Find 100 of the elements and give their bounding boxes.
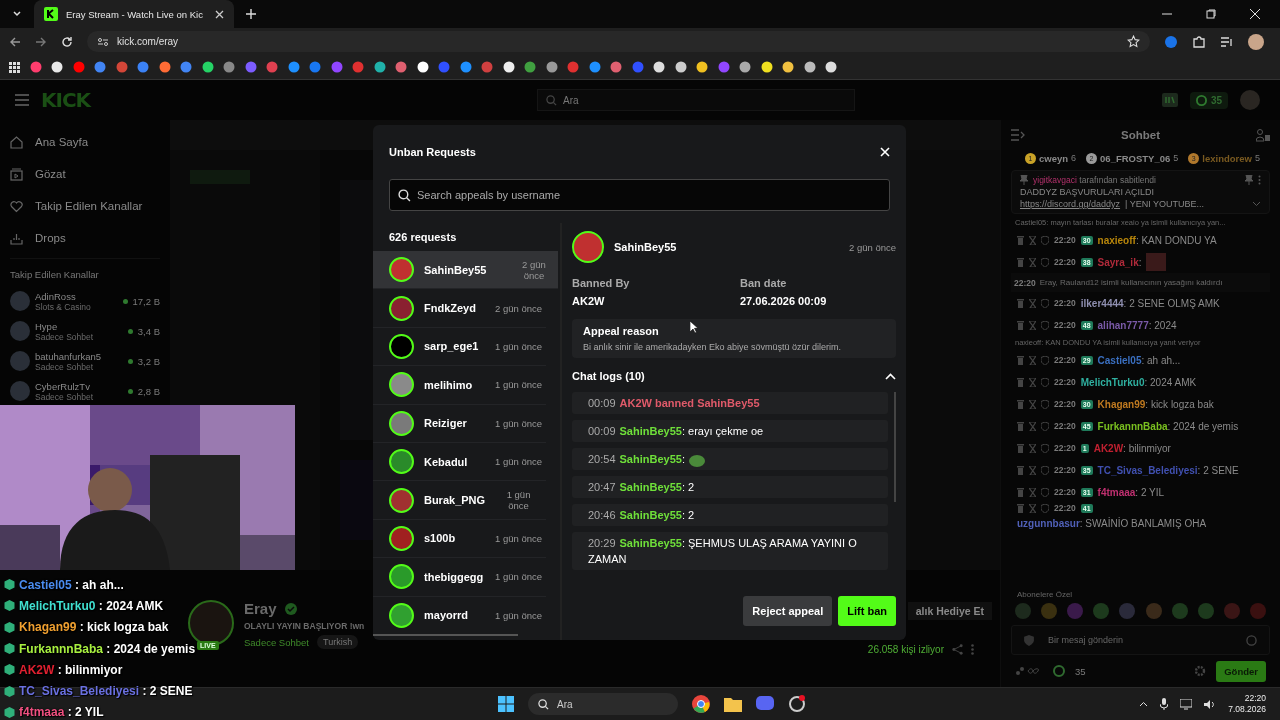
pinned-link[interactable]: https://discord.gg/daddyz (1020, 199, 1121, 209)
hourglass-icon[interactable] (1029, 465, 1036, 475)
extension-icon[interactable] (1164, 34, 1178, 49)
bookmark-icon[interactable] (674, 61, 687, 73)
pin-icon[interactable] (1245, 175, 1253, 185)
speaker-icon[interactable] (1204, 698, 1217, 710)
stream-category[interactable]: Sadece Sohbet (244, 636, 309, 648)
bookmark-icon[interactable] (696, 61, 708, 73)
bookmark-icon[interactable] (51, 61, 63, 73)
shield-icon[interactable] (1041, 465, 1049, 475)
gifter-name[interactable]: lexindorew (1202, 152, 1252, 164)
shield-icon[interactable] (1041, 355, 1049, 365)
search-field[interactable]: Ara (537, 89, 855, 111)
menu-icon[interactable] (15, 94, 29, 106)
hourglass-icon[interactable] (1029, 377, 1036, 387)
bookmark-icon[interactable] (416, 61, 429, 73)
reject-appeal-button[interactable]: Reject appeal (743, 596, 833, 626)
expand-icon[interactable] (1252, 201, 1261, 207)
trash-icon[interactable] (1017, 399, 1024, 409)
restore-icon[interactable] (1206, 9, 1216, 19)
monitor-icon[interactable] (1180, 698, 1193, 710)
shield-icon[interactable] (1041, 377, 1049, 387)
nav-item[interactable]: Drops (10, 222, 160, 254)
browser-tab[interactable]: Eray Stream - Watch Live on Kic (34, 0, 234, 28)
bookmark-icon[interactable] (201, 61, 214, 73)
hourglass-icon[interactable] (1029, 298, 1036, 308)
channel-name[interactable]: batuhanfurkan5 (35, 350, 123, 362)
library-icon[interactable] (1161, 93, 1178, 107)
channel-name[interactable]: CyberRulzTv (35, 380, 123, 392)
hourglass-icon[interactable] (1029, 320, 1036, 330)
bookmark-icon[interactable] (825, 61, 837, 73)
more-icon[interactable] (1258, 175, 1261, 185)
hourglass-icon[interactable] (1029, 257, 1036, 267)
shield-icon[interactable] (1041, 443, 1049, 453)
streamer-name[interactable]: Eray (244, 600, 277, 617)
trash-icon[interactable] (1017, 320, 1024, 330)
shield-icon[interactable] (1041, 421, 1049, 431)
chat-app-icon[interactable] (756, 696, 774, 712)
media-icon[interactable] (1220, 34, 1234, 49)
bookmark-icon[interactable] (782, 61, 794, 73)
hourglass-icon[interactable] (1029, 443, 1036, 453)
users-icon[interactable] (1256, 128, 1270, 142)
folder-icon[interactable] (724, 696, 742, 712)
bookmark-icon[interactable] (545, 61, 558, 73)
gifter-name[interactable]: cweyn (1039, 152, 1069, 164)
close-icon[interactable] (215, 9, 224, 19)
collapse-chat-icon[interactable] (1011, 129, 1025, 141)
trash-icon[interactable] (1017, 443, 1024, 453)
nav-item[interactable]: Takip Edilen Kanallar (10, 190, 160, 222)
taskbar-search-field[interactable]: Ara (528, 693, 678, 715)
trash-icon[interactable] (1017, 503, 1024, 513)
bookmark-icon[interactable] (653, 61, 665, 73)
nav-item[interactable]: Gözat (10, 158, 160, 190)
hourglass-icon[interactable] (1029, 235, 1036, 245)
star-icon[interactable] (1127, 35, 1140, 48)
language-tag[interactable]: Turkish (317, 635, 359, 649)
puzzle-icon[interactable] (1192, 34, 1206, 49)
app-icon[interactable] (788, 695, 806, 713)
site-settings-icon[interactable] (97, 35, 109, 48)
emote-icon[interactable] (1171, 603, 1188, 619)
windows-start-icon[interactable] (498, 696, 514, 712)
shield-icon[interactable] (1041, 298, 1049, 308)
gifter-name[interactable]: 06_FROSTY_06 (1100, 152, 1171, 164)
clock-time[interactable]: 22:20 (1244, 693, 1266, 704)
close-window-icon[interactable] (1250, 9, 1260, 19)
message-input[interactable]: Bir mesaj gönderin (1011, 625, 1270, 655)
forward-icon[interactable] (35, 35, 47, 48)
shield-icon[interactable] (1041, 399, 1049, 409)
trash-icon[interactable] (1017, 257, 1024, 267)
apps-icon[interactable] (9, 61, 20, 73)
channel-name[interactable]: Hype (35, 320, 123, 332)
address-bar[interactable]: kick.com/eray (87, 31, 1150, 52)
channel-name[interactable]: AdinRoss (35, 290, 118, 302)
new-tab-icon[interactable] (246, 9, 256, 19)
bookmark-icon[interactable] (803, 61, 816, 73)
chrome-icon[interactable] (692, 695, 710, 713)
profile-avatar-icon[interactable] (1248, 33, 1264, 50)
trash-icon[interactable] (1017, 487, 1024, 497)
hourglass-icon[interactable] (1029, 421, 1036, 431)
shield-icon[interactable] (1041, 235, 1049, 245)
emote-icon[interactable] (1093, 603, 1110, 619)
tab-list-icon[interactable] (12, 9, 22, 19)
nav-item[interactable]: Ana Sayfa (10, 126, 160, 158)
bookmark-icon[interactable] (502, 61, 515, 73)
bookmark-icon[interactable] (739, 61, 751, 73)
back-icon[interactable] (9, 35, 21, 48)
bookmark-icon[interactable] (158, 61, 171, 73)
send-button[interactable]: Gönder (1216, 660, 1266, 682)
shield-icon[interactable] (1041, 320, 1049, 330)
microphone-icon[interactable] (1160, 698, 1169, 710)
trash-icon[interactable] (1017, 377, 1024, 387)
bookmark-icon[interactable] (760, 61, 773, 73)
clock-date[interactable]: 7.08.2026 (1228, 704, 1266, 715)
bookmark-icon[interactable] (373, 61, 386, 73)
hourglass-icon[interactable] (1029, 355, 1036, 365)
trash-icon[interactable] (1017, 298, 1024, 308)
tray-caret-icon[interactable] (1139, 701, 1149, 707)
lift-ban-button[interactable]: Lift ban (838, 596, 896, 626)
emoji-icon[interactable] (1246, 634, 1257, 646)
settings-icon[interactable] (1194, 665, 1207, 677)
